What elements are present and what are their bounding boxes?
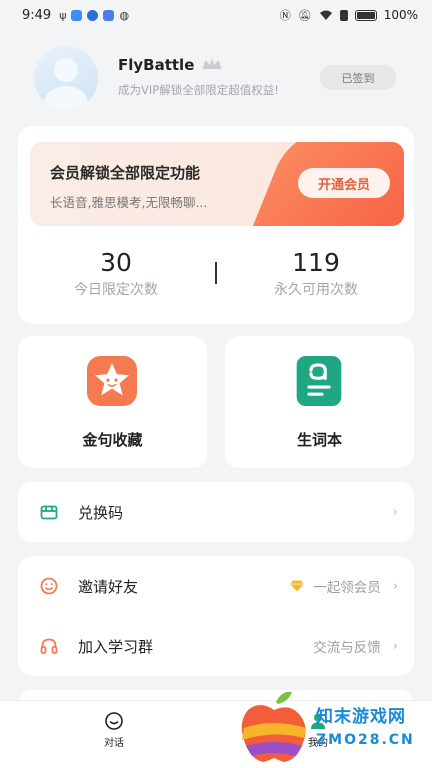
diamond-icon xyxy=(290,580,305,592)
chevron-right-icon: › xyxy=(392,578,398,594)
status-bar: 9:49 ψ ◍ Ⓝ 🔕︎ 100% xyxy=(0,0,432,30)
status-left-icons: ψ ◍ xyxy=(59,9,129,22)
stat-divider xyxy=(215,262,217,284)
tile-label: 金句收藏 xyxy=(82,431,143,449)
sim-icon xyxy=(339,9,348,21)
stat-value: 119 xyxy=(292,248,340,277)
menu-item-right: › xyxy=(381,505,398,520)
gift-card-icon xyxy=(40,505,58,520)
star-face-icon xyxy=(87,356,137,406)
stat-permanent: 119 永久可用次数 xyxy=(226,248,406,299)
tab-chat[interactable]: 对话 xyxy=(84,711,144,749)
menu-item-label: 兑换码 xyxy=(78,503,124,522)
app-icon xyxy=(103,9,115,21)
menu-group-redeem: 兑换码 › xyxy=(18,482,414,542)
menu-item-label: 加入学习群 xyxy=(78,637,154,656)
menu-item-hint: 交流与反馈 xyxy=(313,640,381,656)
status-time: 9:49 xyxy=(22,7,52,23)
stat-daily-limit: 30 今日限定次数 xyxy=(26,248,206,299)
vip-banner[interactable]: 会员解锁全部限定功能 长语音,雅思模考,无限畅聊... 开通会员 xyxy=(30,142,404,226)
menu-item-redeem-code[interactable]: 兑换码 › xyxy=(18,482,414,542)
watermark-name: 知末游戏网 xyxy=(316,707,406,727)
profile-header: FlyBattle 成为VIP解锁全部限定超值权益! 已签到 xyxy=(0,40,432,110)
avatar[interactable] xyxy=(34,46,98,110)
menu-item-join-study-group[interactable]: 加入学习群 交流与反馈 › xyxy=(18,616,414,676)
checkin-button[interactable]: 已签到 xyxy=(320,65,396,90)
usb-icon: ψ xyxy=(59,8,67,22)
menu-item-invite-friends[interactable]: 邀请好友 一起领会员 › xyxy=(18,556,414,616)
open-vip-button[interactable]: 开通会员 xyxy=(298,168,390,198)
username[interactable]: FlyBattle xyxy=(118,56,194,74)
shield-icon xyxy=(71,9,83,21)
chevron-right-icon: › xyxy=(392,504,398,520)
vocabulary-book-icon xyxy=(296,356,342,406)
tab-label: 对话 xyxy=(104,738,124,749)
vip-description: 长语音,雅思模考,无限畅聊... xyxy=(50,195,208,210)
menu-item-hint: 一起领会员 xyxy=(313,580,381,596)
vip-title: 会员解锁全部限定功能 xyxy=(50,164,201,182)
vip-subtitle: 成为VIP解锁全部限定超值权益! xyxy=(118,83,279,97)
stat-label: 今日限定次数 xyxy=(74,282,158,298)
tile-vocabulary-book[interactable]: 生词本 xyxy=(225,336,414,468)
tile-label: 生词本 xyxy=(296,431,342,449)
chevron-right-icon: › xyxy=(392,638,398,654)
vip-card: 会员解锁全部限定功能 长语音,雅思模考,无限畅聊... 开通会员 30 今日限定… xyxy=(18,126,414,324)
wifi-icon xyxy=(319,10,332,20)
crown-icon xyxy=(203,58,221,69)
smile-icon xyxy=(40,577,58,595)
watermark: 知末游戏网 ZMO28.CN xyxy=(236,688,432,768)
menu-item-label: 邀请好友 xyxy=(78,577,139,596)
status-right-icons: Ⓝ 🔕︎ 100% xyxy=(280,7,418,23)
stat-value: 30 xyxy=(100,248,132,277)
headset-icon xyxy=(40,638,58,654)
app-icon xyxy=(87,9,99,21)
nfc-icon: Ⓝ xyxy=(279,9,291,22)
menu-group-social: 邀请好友 一起领会员 › 加入学习群 交流与反馈 › xyxy=(18,556,414,676)
battery-icon xyxy=(354,9,377,21)
watermark-url: ZMO28.CN xyxy=(316,732,415,748)
mute-icon: 🔕︎ xyxy=(297,8,312,22)
menu-item-right: 交流与反馈 › xyxy=(313,636,398,657)
tile-favorite-quotes[interactable]: 金句收藏 xyxy=(18,336,207,468)
apple-logo-icon xyxy=(241,691,306,762)
stat-label: 永久可用次数 xyxy=(274,282,358,298)
wechat-icon: ◍ xyxy=(119,8,130,22)
battery-percent: 100% xyxy=(383,8,418,22)
menu-item-right: 一起领会员 › xyxy=(289,576,398,596)
chat-bubble-icon xyxy=(105,712,123,730)
